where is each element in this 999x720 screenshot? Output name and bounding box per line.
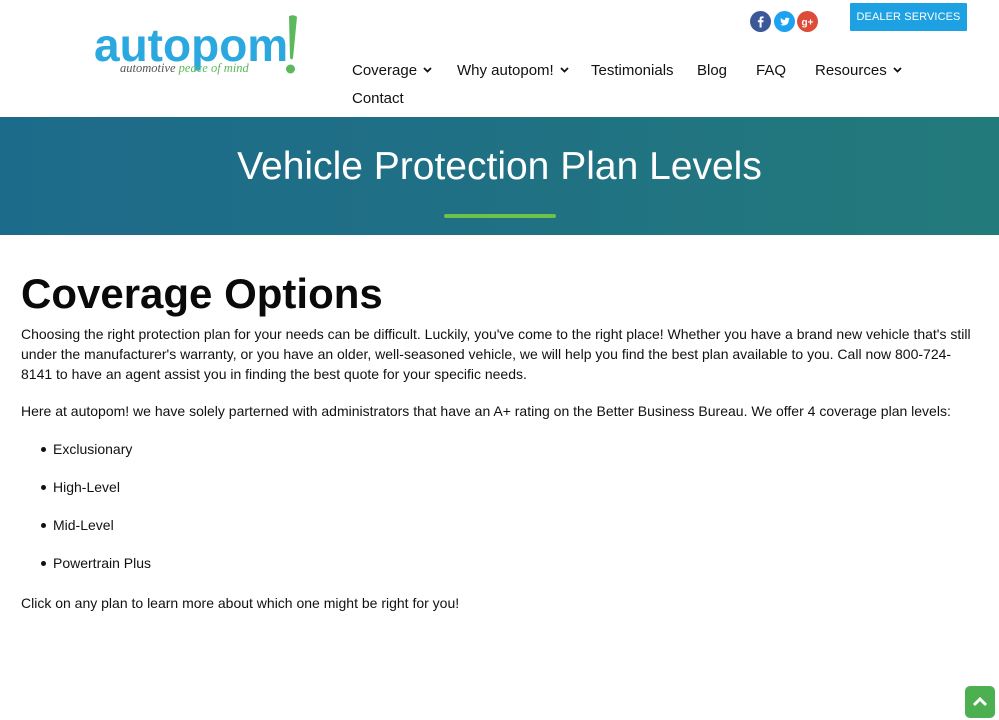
- partners-paragraph: Here at autopom! we have solely parterne…: [21, 403, 951, 419]
- svg-text:g+: g+: [802, 18, 814, 29]
- nav-coverage[interactable]: Coverage: [352, 62, 432, 80]
- google-plus-icon[interactable]: g+: [797, 11, 818, 32]
- nav-resources-label: Resources: [815, 62, 887, 79]
- logo-tagline: automotive peace of mind: [120, 61, 249, 75]
- facebook-icon[interactable]: [750, 11, 771, 32]
- chevron-down-icon: [893, 67, 902, 73]
- nav-coverage-label: Coverage: [352, 62, 418, 79]
- nav-testimonials[interactable]: Testimonials: [591, 62, 674, 80]
- dealer-services-button[interactable]: DEALER SERVICES: [850, 3, 967, 31]
- tagline-peace-of-mind: peace of mind: [178, 61, 249, 75]
- chevron-down-icon: [423, 67, 432, 73]
- nav-blog[interactable]: Blog: [697, 62, 727, 80]
- bullet-icon: [41, 447, 46, 452]
- plan-exclusionary: Exclusionary: [53, 441, 133, 457]
- tagline-automotive: automotive: [120, 61, 176, 75]
- scroll-to-top-button[interactable]: [965, 686, 995, 718]
- logo-exclamation-icon: [286, 15, 297, 74]
- nav-faq[interactable]: FAQ: [756, 62, 786, 80]
- site-header: autopom automotive peace of mind g+ DEAL…: [0, 0, 999, 117]
- chevron-up-icon: [972, 696, 988, 707]
- nav-why-autopom[interactable]: Why autopom!: [457, 62, 569, 80]
- nav-why-label: Why autopom!: [457, 62, 554, 79]
- bullet-icon: [41, 561, 46, 566]
- autopom-logo[interactable]: autopom automotive peace of mind: [94, 14, 304, 78]
- twitter-icon[interactable]: [774, 11, 795, 32]
- plan-high-level: High-Level: [53, 479, 120, 495]
- section-heading: Coverage Options: [21, 270, 383, 317]
- plan-powertrain-plus: Powertrain Plus: [53, 555, 152, 571]
- nav-contact[interactable]: Contact: [352, 90, 404, 108]
- closing-paragraph: Click on any plan to learn more about wh…: [21, 595, 460, 611]
- plan-mid-level: Mid-Level: [53, 517, 114, 533]
- bullet-icon: [41, 485, 46, 490]
- title-underline: [444, 214, 556, 218]
- intro-paragraph: Choosing the right protection plan for y…: [21, 326, 971, 382]
- page-title: Vehicle Protection Plan Levels: [237, 145, 762, 188]
- chevron-down-icon: [560, 67, 569, 73]
- bullet-icon: [41, 523, 46, 528]
- page-banner: Vehicle Protection Plan Levels: [0, 117, 999, 235]
- nav-resources[interactable]: Resources: [815, 62, 902, 80]
